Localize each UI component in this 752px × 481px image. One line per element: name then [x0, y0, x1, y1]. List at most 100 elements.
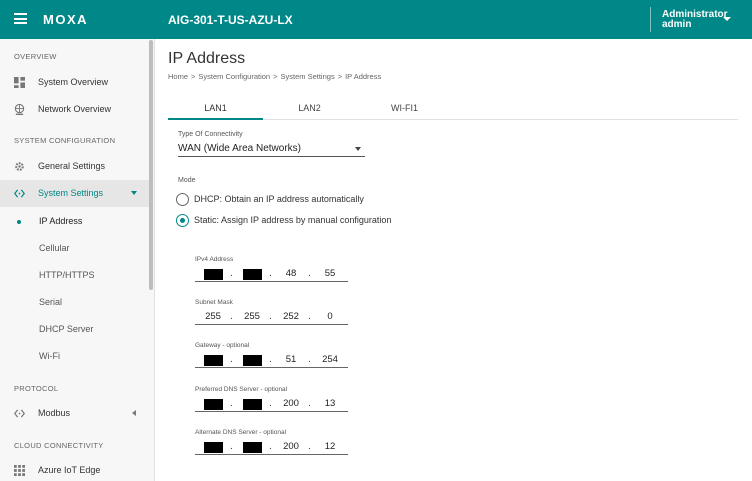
- moxa-logo: MOXA: [43, 12, 88, 27]
- breadcrumb-current: IP Address: [345, 72, 382, 81]
- static-radio-label: Static: Assign IP address by manual conf…: [194, 215, 392, 225]
- octet-separator: .: [308, 441, 311, 452]
- gateway-label: Gateway - optional: [195, 342, 250, 349]
- gateway-octet-4[interactable]: 254: [315, 354, 345, 366]
- octet-separator: .: [269, 398, 272, 409]
- ipv4-octet-2[interactable]: [237, 268, 267, 280]
- dns2-octet-2[interactable]: [237, 441, 267, 453]
- chevron-down-icon[interactable]: [723, 17, 731, 21]
- octet-separator: .: [308, 354, 311, 365]
- sidebar-item-modbus[interactable]: Modbus: [0, 400, 149, 427]
- sidebar-subitem-label: Cellular: [39, 243, 70, 253]
- octet-separator: .: [308, 398, 311, 409]
- dhcp-radio[interactable]: [176, 193, 189, 206]
- sidebar-subitem-dhcp-server[interactable]: DHCP Server: [0, 316, 149, 343]
- dns1-octet-3[interactable]: 200: [276, 398, 306, 410]
- user-name: admin: [662, 19, 692, 30]
- header-divider: [650, 7, 651, 32]
- sidebar-subitem-http-https[interactable]: HTTP/HTTPS: [0, 262, 149, 289]
- sidebar-item-system-overview[interactable]: System Overview: [0, 69, 149, 96]
- sidebar-subitem-label: DHCP Server: [39, 324, 94, 334]
- redaction-block: [204, 269, 223, 280]
- code-icon: [14, 189, 25, 198]
- user-menu[interactable]: Administrator admin: [662, 10, 728, 30]
- dns2-octet-4[interactable]: 12: [315, 441, 345, 453]
- static-radio-option[interactable]: Static: Assign IP address by manual conf…: [176, 214, 396, 230]
- gateway-octet-2[interactable]: [237, 354, 267, 366]
- tab-lan1[interactable]: LAN1: [168, 103, 263, 113]
- redaction-block: [243, 355, 262, 366]
- ipv4-address-field: IPv4 Address . . 48 . 55: [195, 256, 348, 282]
- dns2-octet-3[interactable]: 200: [276, 441, 306, 453]
- gear-icon: [15, 162, 24, 171]
- grid-icon: [14, 465, 25, 476]
- sidebar-item-label: Azure IoT Edge: [38, 465, 101, 475]
- mode-label: Mode: [178, 177, 196, 184]
- connectivity-value: WAN (Wide Area Networks): [178, 143, 301, 154]
- section-system-configuration: SYSTEM CONFIGURATION: [14, 136, 116, 145]
- sidebar-subitem-label: IP Address: [39, 216, 83, 226]
- field-underline: [195, 454, 348, 455]
- octet-separator: .: [230, 268, 233, 279]
- sidebar-item-azure-iot-edge[interactable]: Azure IoT Edge: [0, 457, 149, 481]
- sidebar-subitem-label: Wi-Fi: [39, 351, 60, 361]
- alternate-dns-label: Alternate DNS Server - optional: [195, 429, 287, 436]
- tab-lan2[interactable]: LAN2: [262, 103, 357, 113]
- page-title: IP Address: [168, 50, 246, 67]
- sidebar-scrollbar[interactable]: [149, 40, 153, 290]
- sidebar-subitem-cellular[interactable]: Cellular: [0, 235, 149, 262]
- dropdown-arrow-icon: [355, 147, 361, 151]
- sidebar-item-system-settings[interactable]: System Settings: [0, 180, 149, 207]
- gateway-octet-3[interactable]: 51: [276, 354, 306, 366]
- octet-separator: .: [269, 441, 272, 452]
- octet-separator: .: [308, 311, 311, 322]
- dns1-octet-1[interactable]: [198, 398, 228, 410]
- breadcrumb-separator: >: [191, 72, 196, 81]
- subnet-octet-2[interactable]: 255: [237, 311, 267, 323]
- breadcrumb-separator: >: [273, 72, 278, 81]
- sidebar-subitem-serial[interactable]: Serial: [0, 289, 149, 316]
- sidebar-subitem-label: Serial: [39, 297, 63, 307]
- field-underline: [195, 367, 348, 368]
- breadcrumb-home[interactable]: Home: [168, 72, 188, 81]
- menu-icon[interactable]: [14, 13, 27, 24]
- dns1-octet-4[interactable]: 13: [315, 398, 345, 410]
- breadcrumb-system-configuration[interactable]: System Configuration: [198, 72, 270, 81]
- subnet-octet-1[interactable]: 255: [198, 311, 228, 323]
- subnet-octet-3[interactable]: 252: [276, 311, 306, 323]
- tab-wifi1[interactable]: WI-FI1: [357, 103, 452, 113]
- octet-separator: .: [269, 268, 272, 279]
- ipv4-octet-4[interactable]: 55: [315, 268, 345, 280]
- sidebar-subitem-ip-address[interactable]: IP Address: [0, 208, 149, 235]
- subnet-octet-4[interactable]: 0: [315, 311, 345, 323]
- dns2-octet-1[interactable]: [198, 441, 228, 453]
- sidebar-subitem-label: HTTP/HTTPS: [39, 270, 95, 280]
- interface-tabs: LAN1 LAN2 WI-FI1: [168, 96, 738, 120]
- dhcp-radio-option[interactable]: DHCP: Obtain an IP address automatically: [176, 193, 376, 209]
- preferred-dns-label: Preferred DNS Server - optional: [195, 386, 288, 393]
- code-icon: [14, 409, 25, 418]
- breadcrumb: Home > System Configuration > System Setting…: [168, 72, 381, 81]
- alternate-dns-field: Alternate DNS Server - optional . . 200 …: [195, 429, 348, 455]
- sidebar-item-network-overview[interactable]: Network Overview: [0, 96, 149, 123]
- breadcrumb-separator: >: [337, 72, 343, 81]
- redaction-block: [243, 399, 262, 410]
- top-bar: MOXA AIG-301-T-US-AZU-LX Administrator a…: [0, 0, 752, 39]
- octet-separator: .: [230, 441, 233, 452]
- gateway-octet-1[interactable]: [198, 354, 228, 366]
- connectivity-select[interactable]: WAN (Wide Area Networks): [178, 141, 365, 157]
- subnet-mask-label: Subnet Mask: [195, 299, 233, 306]
- sidebar-item-general-settings[interactable]: General Settings: [0, 153, 149, 180]
- current-indicator: [17, 220, 21, 224]
- section-cloud-connectivity: CLOUD CONNECTIVITY: [14, 441, 104, 450]
- gateway-field: Gateway - optional . . 51 . 254: [195, 342, 348, 368]
- ipv4-octet-3[interactable]: 48: [276, 268, 306, 280]
- ipv4-octet-1[interactable]: [198, 268, 228, 280]
- static-radio[interactable]: [176, 214, 189, 227]
- field-underline: [195, 411, 348, 412]
- octet-separator: .: [230, 398, 233, 409]
- breadcrumb-system-settings[interactable]: System Settings: [281, 72, 335, 81]
- sidebar-subitem-wifi[interactable]: Wi-Fi: [0, 343, 149, 370]
- network-icon: [14, 104, 25, 115]
- dns1-octet-2[interactable]: [237, 398, 267, 410]
